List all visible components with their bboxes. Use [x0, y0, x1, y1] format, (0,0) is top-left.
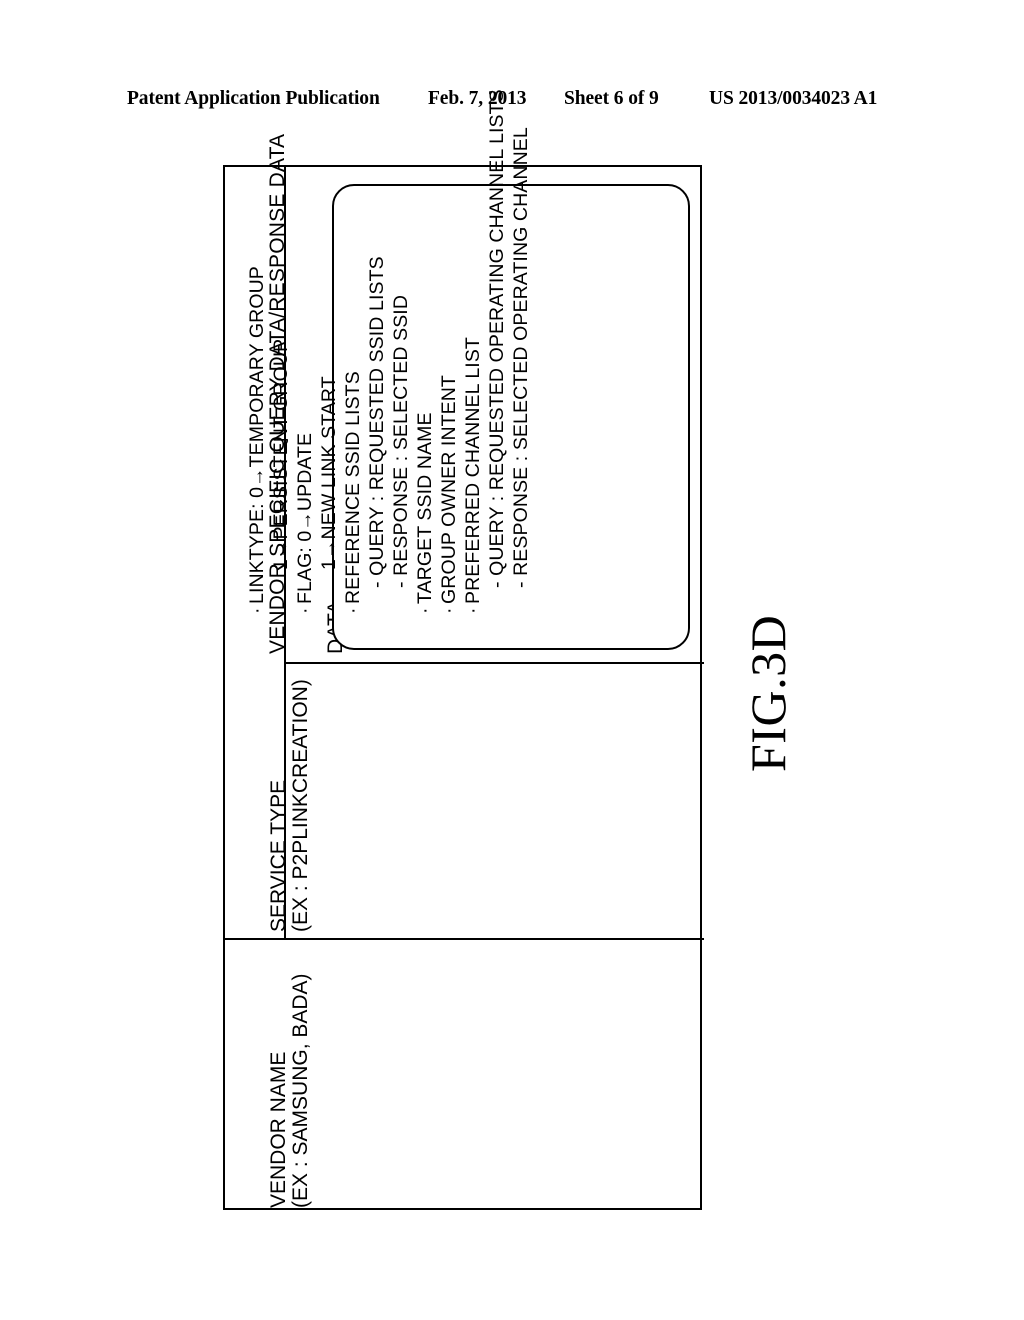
- data-bullet-text: PREFERRED CHANNEL LIST: [462, 337, 484, 604]
- data-bullet-text: - RESPONSE : SELECTED SSID: [390, 294, 412, 588]
- vendor-name-cell: VENDOR NAME (EX : SAMSUNG, BADA): [267, 973, 313, 1208]
- data-bullet-line: - RESPONSE : SELECTED SSID: [389, 89, 413, 614]
- data-bullet-text: FLAG: 0→UPDATE: [294, 432, 316, 604]
- bullet-dot-icon: ·: [462, 607, 484, 614]
- bullet-dot-icon: ·: [438, 607, 460, 614]
- data-bullet-text: GROUP OWNER INTENT: [438, 375, 460, 604]
- data-bullet-line: · REFERENCE SSID LISTS: [341, 89, 365, 614]
- data-bullet-text: TARGET SSID NAME: [414, 412, 436, 604]
- service-type-line-2: (EX : P2PLINKCREATION): [289, 679, 313, 932]
- data-bullet-text: LINKTYPE: 0→TEMPORARY GROUP: [246, 266, 268, 604]
- data-bullet-text: 1→PERSISTENT GROUP: [270, 338, 292, 570]
- patent-figure: VENDOR SPECIFIC QUERY DATA/RESPONSE DATA…: [0, 0, 1024, 1320]
- bullet-dot-icon: ·: [294, 607, 316, 614]
- vendor-name-line-2: (EX : SAMSUNG, BADA): [289, 973, 313, 1208]
- service-type-line-1: SERVICE TYPE: [267, 779, 290, 932]
- data-bullet-list: · LINKTYPE: 0→TEMPORARY GROUP 1→PERSISTENT…: [245, 89, 533, 614]
- data-bullet-text: - RESPONSE : SELECTED OPERATING CHANNEL: [510, 127, 532, 588]
- row-divider-vendor: [225, 938, 704, 940]
- data-bullet-line: · LINKTYPE: 0→TEMPORARY GROUP: [245, 89, 269, 614]
- figure-caption: FIG.3D: [740, 614, 796, 772]
- data-bullet-line: - RESPONSE : SELECTED OPERATING CHANNEL: [509, 89, 533, 614]
- data-bullet-line: 1→NEW LINK START: [317, 89, 341, 614]
- data-bullet-line: · TARGET SSID NAME: [413, 89, 437, 614]
- data-bullet-line: 1→PERSISTENT GROUP: [269, 89, 293, 614]
- data-bullet-line: · GROUP OWNER INTENT: [437, 89, 461, 614]
- bullet-dot-icon: ·: [246, 607, 268, 614]
- data-bullet-text: 1→NEW LINK START: [318, 376, 340, 570]
- data-bullet-text: REFERENCE SSID LISTS: [342, 371, 364, 604]
- data-bullet-line: · PREFERRED CHANNEL LIST: [461, 89, 485, 614]
- row-divider-data: [284, 662, 704, 664]
- data-bullet-line: - QUERY : REQUESTED OPERATING CHANNEL LI…: [485, 89, 509, 614]
- data-bullet-line: - QUERY : REQUESTED SSID LISTS: [365, 89, 389, 614]
- data-bullet-line: · FLAG: 0→UPDATE: [293, 89, 317, 614]
- vendor-name-line-1: VENDOR NAME: [267, 1051, 290, 1208]
- bullet-dot-icon: ·: [342, 607, 364, 614]
- data-bullet-text: - QUERY : REQUESTED SSID LISTS: [366, 256, 388, 588]
- service-type-cell: SERVICE TYPE (EX : P2PLINKCREATION): [267, 679, 313, 932]
- data-bullet-text: - QUERY : REQUESTED OPERATING CHANNEL LI…: [486, 89, 508, 588]
- bullet-dot-icon: ·: [414, 607, 436, 614]
- structure-table: VENDOR SPECIFIC QUERY DATA/RESPONSE DATA…: [223, 89, 704, 1210]
